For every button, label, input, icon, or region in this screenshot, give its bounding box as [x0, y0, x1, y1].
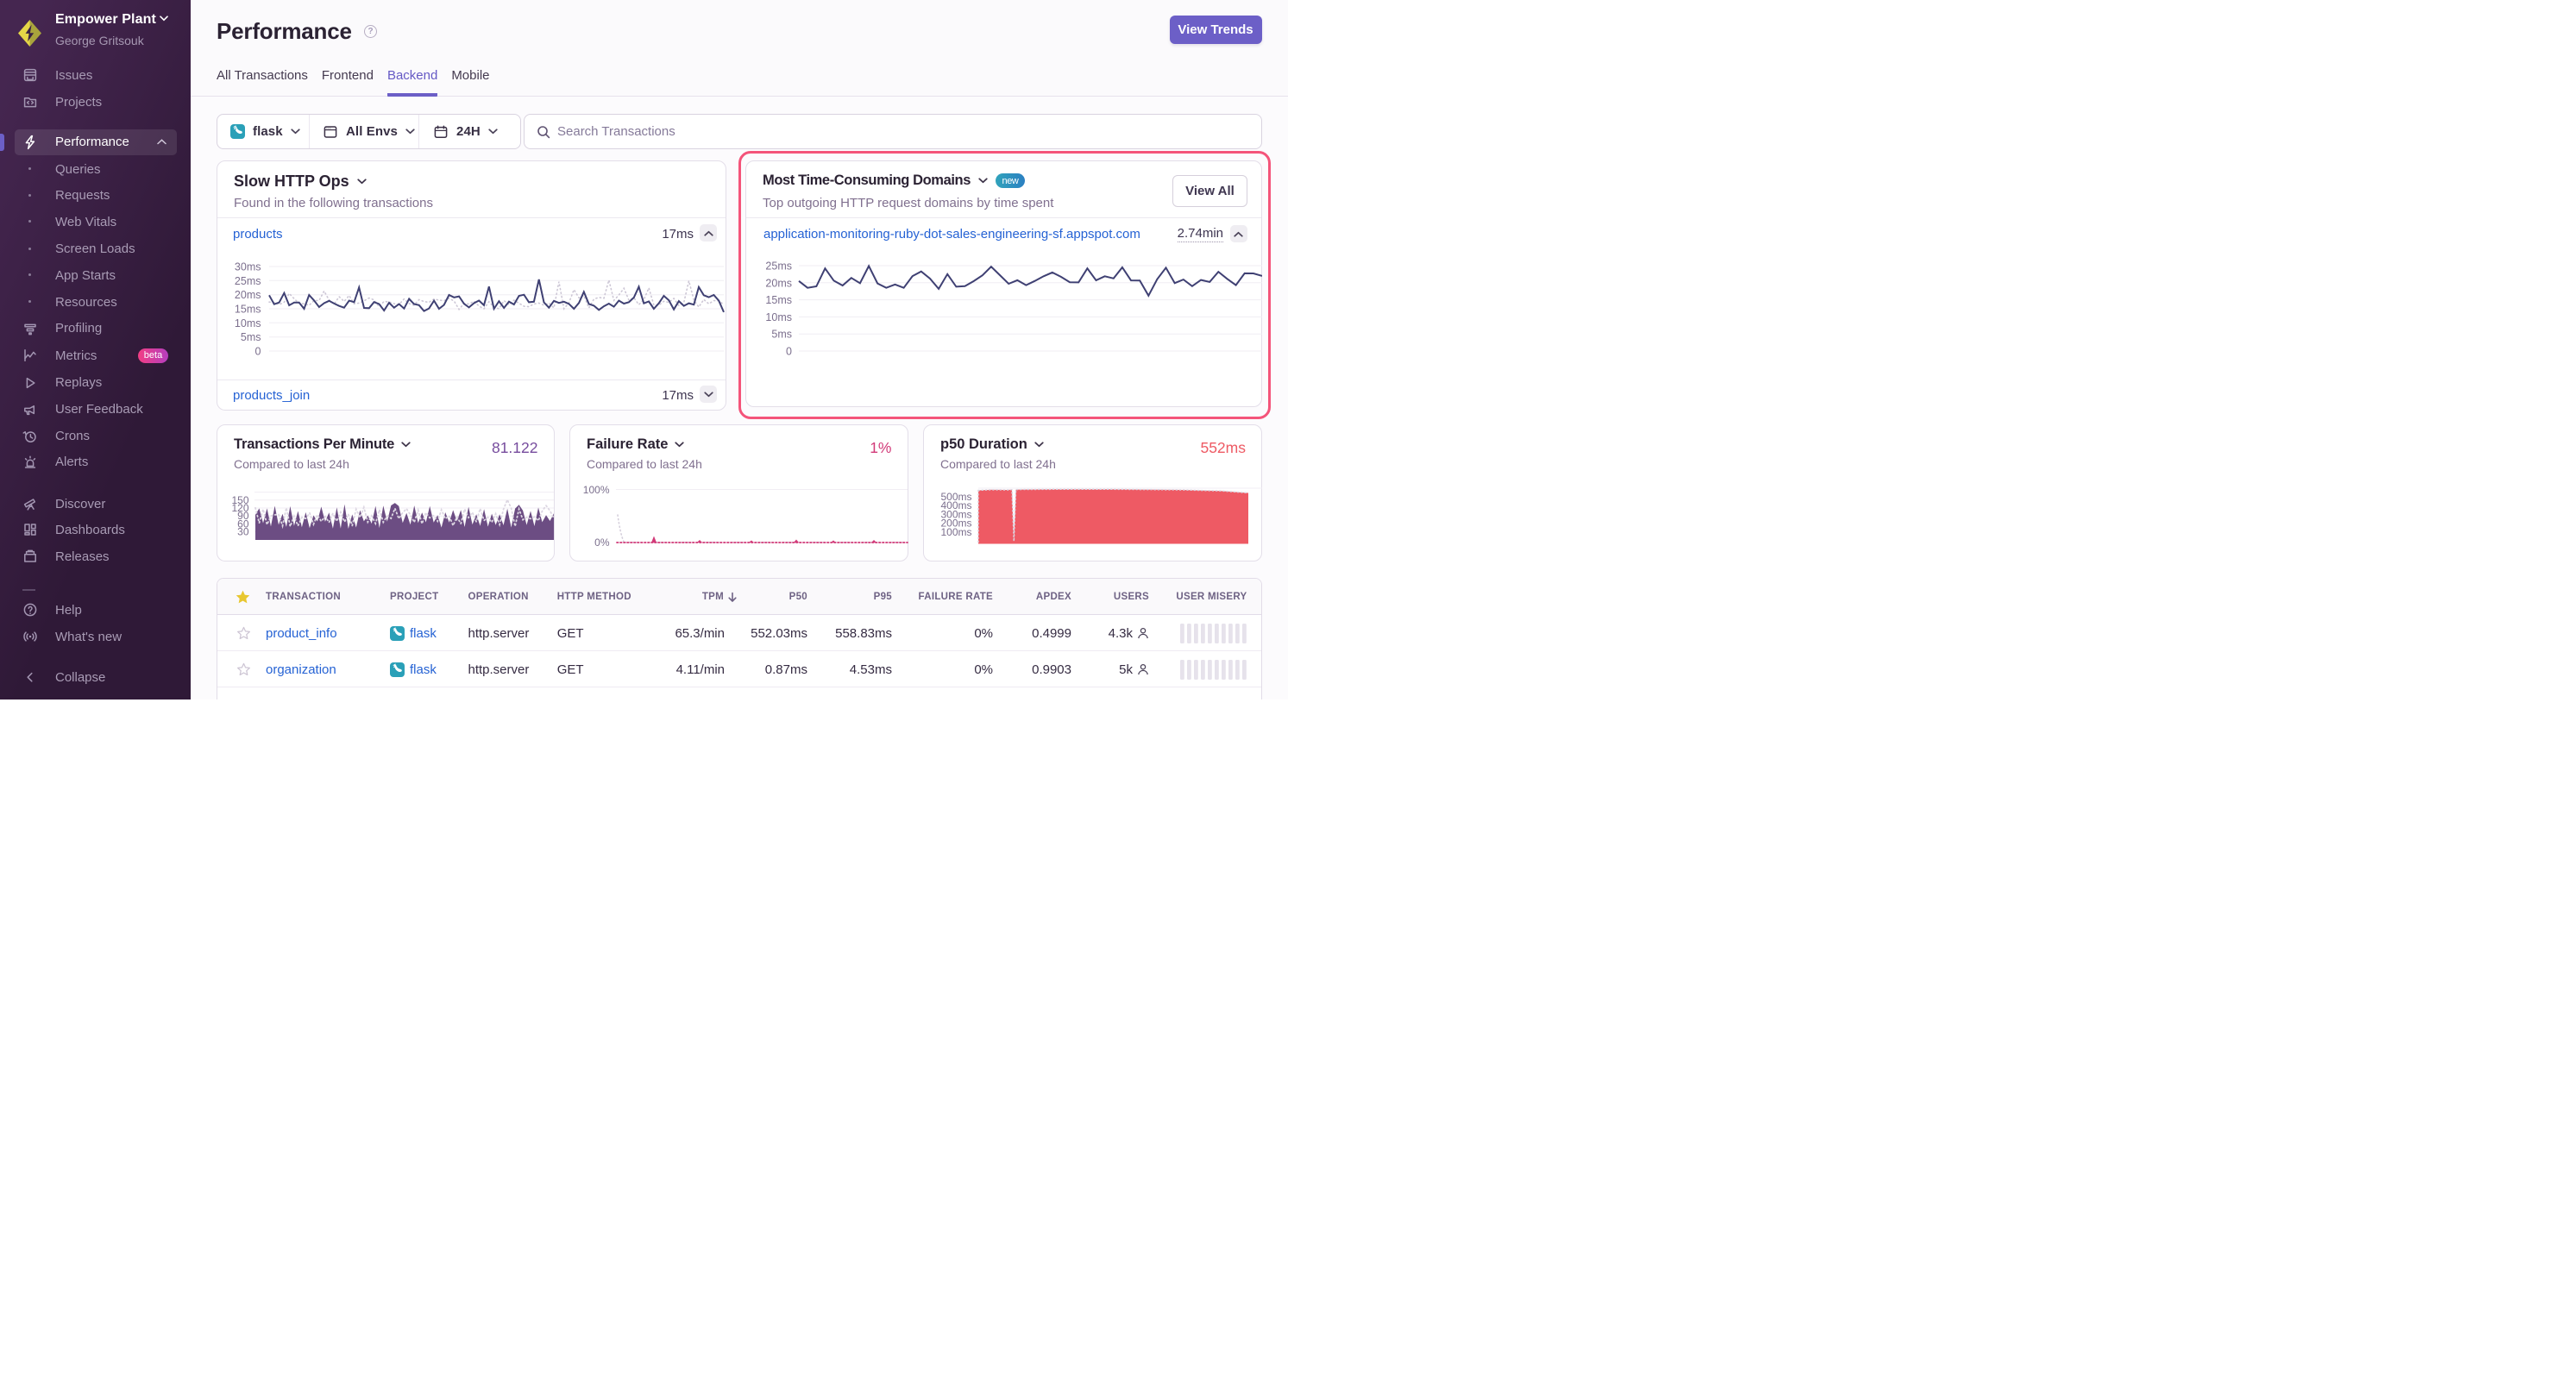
- svg-text:30ms: 30ms: [235, 261, 261, 273]
- svg-text:0: 0: [786, 346, 792, 358]
- svg-text:5ms: 5ms: [771, 329, 792, 341]
- svg-text:20ms: 20ms: [765, 277, 792, 289]
- svg-text:100%: 100%: [583, 484, 610, 496]
- svg-text:10ms: 10ms: [235, 317, 261, 329]
- svg-text:20ms: 20ms: [235, 289, 261, 301]
- svg-text:25ms: 25ms: [765, 260, 792, 273]
- svg-text:100ms: 100ms: [940, 526, 971, 538]
- svg-text:30: 30: [237, 526, 249, 538]
- svg-text:10ms: 10ms: [765, 311, 792, 323]
- svg-text:15ms: 15ms: [765, 294, 792, 306]
- svg-text:25ms: 25ms: [235, 275, 261, 287]
- svg-text:15ms: 15ms: [235, 304, 261, 316]
- svg-text:0%: 0%: [594, 536, 610, 549]
- svg-text:0: 0: [255, 346, 261, 358]
- svg-text:5ms: 5ms: [241, 331, 261, 343]
